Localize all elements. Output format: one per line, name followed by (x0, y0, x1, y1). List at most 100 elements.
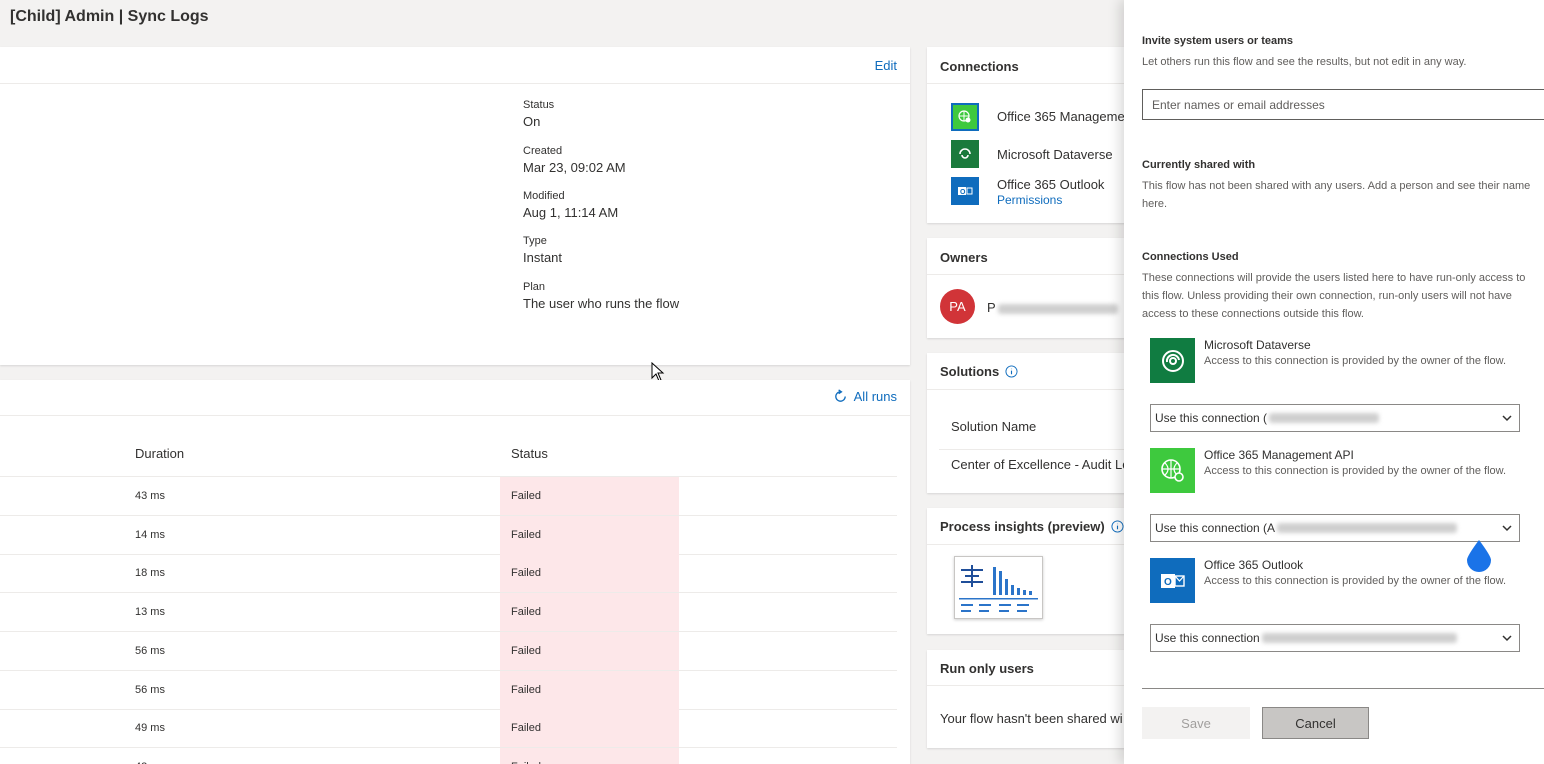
all-runs-label: All runs (853, 389, 897, 404)
status-value: On (523, 114, 541, 129)
status-column-header[interactable]: Status (511, 446, 548, 461)
dataverse-connection-select[interactable]: Use this connection ( (1150, 404, 1520, 432)
run-duration: 18 ms (135, 567, 165, 580)
info-icon[interactable] (1005, 365, 1018, 378)
insights-title: Process insights (preview) (940, 519, 1105, 534)
mouse-cursor-icon (651, 362, 665, 382)
duration-column-header[interactable]: Duration (135, 446, 184, 461)
details-card: Edit (0, 47, 910, 365)
all-runs-button[interactable]: All runs (833, 389, 897, 404)
insights-thumbnail[interactable] (954, 556, 1043, 619)
connection-name-o365-management[interactable]: Office 365 Manageme (997, 109, 1125, 124)
table-row[interactable]: 14 ms Failed (0, 515, 897, 555)
created-value: Mar 23, 09:02 AM (523, 160, 626, 175)
table-row[interactable]: 42 msFailed (0, 747, 897, 764)
run-duration: 43 ms (135, 490, 165, 502)
run-status-cell: Failed (500, 631, 679, 670)
chart-thumbnail-icon (959, 565, 1038, 612)
connection-name-dataverse[interactable]: Microsoft Dataverse (997, 147, 1113, 162)
run-duration: 49 ms (135, 722, 165, 735)
connections-used-title: Connections Used (1142, 251, 1239, 263)
type-label: Type (523, 235, 547, 247)
avatar-initials: PA (949, 299, 966, 314)
table-row[interactable]: 43 ms Failed (0, 477, 897, 516)
chevron-down-icon (1502, 635, 1512, 642)
run-status: Failed (511, 606, 541, 619)
svg-text:O: O (960, 189, 966, 196)
o365-management-icon (951, 103, 979, 131)
solutions-title: Solutions (940, 364, 1000, 379)
table-row[interactable]: 49 ms Failed (0, 709, 897, 749)
created-label: Created (523, 145, 563, 157)
run-status: Failed (511, 722, 541, 735)
run-duration: 13 ms (135, 606, 165, 619)
connections-used-description: These connections will provide the users… (1142, 272, 1526, 320)
modified-value: Aug 1, 11:14 AM (523, 205, 619, 220)
touch-marker-icon (1467, 540, 1491, 572)
plan-label: Plan (523, 281, 546, 293)
status-label: Status (523, 99, 555, 111)
chevron-down-icon (1502, 415, 1512, 422)
share-panel: Invite system users or teams Let others … (1124, 0, 1544, 764)
panel-connection-name-dataverse: Microsoft Dataverse (1204, 338, 1311, 352)
invite-input[interactable]: Enter names or email addresses (1142, 89, 1544, 120)
avatar: PA (940, 289, 975, 324)
save-button[interactable]: Save (1142, 707, 1250, 739)
modified-label: Modified (523, 190, 565, 202)
cancel-button[interactable]: Cancel (1262, 707, 1369, 739)
panel-connection-desc-dataverse: Access to this connection is provided by… (1204, 355, 1507, 367)
process-insights-card: Process insights (preview) (927, 508, 1127, 634)
connections-title: Connections (940, 59, 1019, 74)
page-title: [Child] Admin | Sync Logs (10, 8, 209, 25)
dataverse-icon (951, 140, 979, 168)
currently-shared-description: This flow has not been shared with any u… (1142, 180, 1531, 210)
panel-connection-name-outlook: Office 365 Outlook (1204, 558, 1304, 572)
table-row[interactable]: 56 ms Failed (0, 670, 897, 710)
runs-card: All runs Duration Status 43 ms Failed 14 m… (0, 380, 910, 764)
outlook-connection-select[interactable]: Use this connection (1150, 624, 1520, 652)
info-icon[interactable] (1111, 520, 1124, 533)
run-status: Failed (511, 528, 541, 541)
dataverse-icon (1150, 338, 1195, 383)
table-row[interactable]: 13 ms Failed (0, 593, 897, 633)
panel-connection-desc-o365-management: Access to this connection is provided by… (1204, 465, 1507, 477)
o365-management-icon (1150, 448, 1195, 493)
run-status-cell: Failed (500, 593, 679, 632)
owner-name: P (987, 300, 1118, 315)
table-row[interactable]: 18 ms Failed (0, 554, 897, 594)
plan-value: The user who runs the flow (523, 296, 680, 311)
chevron-down-icon (1502, 525, 1512, 532)
outlook-icon: O (951, 177, 979, 205)
type-value: Instant (523, 250, 563, 265)
run-status: Failed (511, 644, 541, 657)
connection-name-outlook[interactable]: Office 365 Outlook (997, 177, 1104, 192)
edit-link[interactable]: Edit (875, 58, 897, 73)
solution-name-column-header[interactable]: Solution Name (951, 419, 1036, 434)
run-status: Failed (511, 490, 541, 502)
run-only-users-card: Run only users Your flow hasn't been sha… (927, 650, 1127, 748)
run-status: Failed (511, 683, 541, 696)
currently-shared-title: Currently shared with (1142, 159, 1256, 171)
owners-title: Owners (940, 250, 988, 265)
run-status-cell: Failed (500, 670, 679, 709)
run-status: Failed (511, 567, 541, 580)
run-status-cell: Failed (500, 477, 679, 515)
invite-title: Invite system users or teams (1142, 35, 1294, 47)
run-duration: 56 ms (135, 644, 165, 657)
run-status-cell: Failed (500, 554, 679, 593)
run-duration: 14 ms (135, 528, 165, 541)
outlook-icon: O (1150, 558, 1195, 603)
insights-title-row: Process insights (preview) (940, 519, 1124, 534)
invite-input-placeholder: Enter names or email addresses (1152, 98, 1325, 112)
refresh-icon (834, 389, 846, 402)
run-status-cell: Failed (500, 515, 679, 554)
run-status-cell: Failed (500, 709, 679, 748)
panel-connection-desc-outlook: Access to this connection is provided by… (1204, 575, 1507, 587)
svg-text:O: O (1164, 577, 1172, 588)
run-only-users-title: Run only users (940, 661, 1034, 676)
owners-card: Owners PA P (927, 238, 1127, 338)
solution-row[interactable]: Center of Excellence - Audit Lo (951, 457, 1127, 472)
run-status-cell: Failed (500, 747, 679, 764)
permissions-link[interactable]: Permissions (997, 193, 1062, 207)
table-row[interactable]: 56 ms Failed (0, 631, 897, 671)
